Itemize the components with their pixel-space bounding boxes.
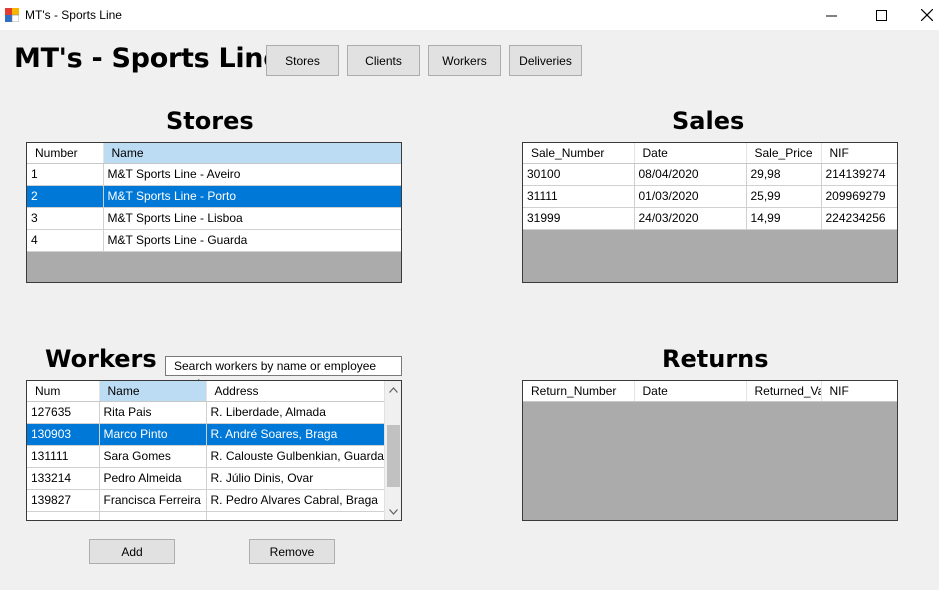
- app-icon: [5, 8, 19, 22]
- worker-name-cell[interactable]: Pedro Almeida: [99, 467, 207, 490]
- worker-num-cell[interactable]: 130903: [27, 423, 100, 446]
- sale-price-cell[interactable]: 14,99: [746, 207, 822, 230]
- store-name-cell[interactable]: M&T Sports Line - Porto: [103, 185, 401, 208]
- sale-number-cell[interactable]: 30100: [523, 163, 635, 186]
- close-button[interactable]: [904, 0, 939, 30]
- workers-col-num[interactable]: Num: [27, 381, 100, 402]
- stores-row[interactable]: 1 M&T Sports Line - Aveiro: [27, 163, 401, 186]
- sale-date-cell[interactable]: 01/03/2020: [634, 185, 747, 208]
- sale-nif-cell[interactable]: 214139274: [821, 163, 897, 186]
- sale-number-cell[interactable]: 31111: [523, 185, 635, 208]
- stores-row-selected[interactable]: 2 M&T Sports Line - Porto: [27, 185, 401, 208]
- sale-price-cell[interactable]: 25,99: [746, 185, 822, 208]
- stores-row[interactable]: 4 M&T Sports Line - Guarda: [27, 229, 401, 252]
- workers-row-selected[interactable]: 130903 Marco Pinto R. André Soares, Brag…: [27, 423, 385, 446]
- store-number-cell[interactable]: 3: [27, 207, 104, 230]
- sales-col-number[interactable]: Sale_Number: [523, 143, 635, 164]
- sales-col-date[interactable]: Date: [634, 143, 747, 164]
- worker-name-cell[interactable]: Rita Pais: [99, 401, 207, 424]
- worker-address-cell[interactable]: R. André Soares, Braga: [206, 423, 385, 446]
- scroll-thumb[interactable]: [387, 425, 400, 487]
- workers-title: Workers: [45, 345, 157, 373]
- worker-address-cell[interactable]: R. Liberdade, Almada: [206, 401, 385, 424]
- worker-num-cell[interactable]: 131111: [27, 445, 100, 468]
- minimize-button[interactable]: [808, 0, 854, 30]
- clients-button[interactable]: Clients: [347, 45, 420, 76]
- stores-col-number[interactable]: Number: [27, 143, 104, 164]
- minimize-icon: [825, 15, 837, 16]
- workers-row-partial[interactable]: [27, 511, 385, 520]
- returns-col-number[interactable]: Return_Number: [523, 381, 635, 402]
- sales-row[interactable]: 31111 01/03/2020 25,99 209969279: [523, 185, 897, 208]
- store-number-cell[interactable]: 1: [27, 163, 104, 186]
- sales-col-price[interactable]: Sale_Price: [746, 143, 822, 164]
- stores-title: Stores: [166, 107, 254, 135]
- remove-worker-button[interactable]: Remove: [249, 539, 335, 564]
- worker-num-cell[interactable]: 127635: [27, 401, 100, 424]
- maximize-button[interactable]: [858, 0, 904, 30]
- maximize-icon: [875, 9, 887, 21]
- scroll-down-icon[interactable]: [385, 503, 401, 520]
- stores-row[interactable]: 3 M&T Sports Line - Lisboa: [27, 207, 401, 230]
- worker-address-cell[interactable]: R. Pedro Alvares Cabral, Braga: [206, 489, 385, 512]
- store-name-cell[interactable]: M&T Sports Line - Aveiro: [103, 163, 401, 186]
- sales-title: Sales: [672, 107, 745, 135]
- returns-col-date[interactable]: Date: [634, 381, 747, 402]
- worker-num-cell[interactable]: 133214: [27, 467, 100, 490]
- sale-nif-cell[interactable]: 209969279: [821, 185, 897, 208]
- worker-address-cell[interactable]: R. Júlio Dinis, Ovar: [206, 467, 385, 490]
- sales-col-nif[interactable]: NIF: [821, 143, 897, 164]
- close-icon: [921, 9, 933, 21]
- sales-grid[interactable]: Sale_Number Date Sale_Price NIF 30100 08…: [522, 142, 898, 283]
- workers-row[interactable]: 133214 Pedro Almeida R. Júlio Dinis, Ova…: [27, 467, 385, 490]
- worker-name-cell[interactable]: Sara Gomes: [99, 445, 207, 468]
- returns-col-value[interactable]: Returned_Value: [746, 381, 822, 402]
- workers-grid[interactable]: Num Name Address 127635 Rita Pais R. Lib…: [26, 380, 402, 521]
- store-name-cell[interactable]: M&T Sports Line - Lisboa: [103, 207, 401, 230]
- returns-col-nif[interactable]: NIF: [821, 381, 897, 402]
- stores-grid[interactable]: Number Name 1 M&T Sports Line - Aveiro 2…: [26, 142, 402, 283]
- sale-date-cell[interactable]: 08/04/2020: [634, 163, 747, 186]
- workers-col-address[interactable]: Address: [206, 381, 385, 402]
- sales-row[interactable]: 31999 24/03/2020 14,99 224234256: [523, 207, 897, 230]
- sale-number-cell[interactable]: 31999: [523, 207, 635, 230]
- sales-row[interactable]: 30100 08/04/2020 29,98 214139274: [523, 163, 897, 186]
- workers-row[interactable]: 139827 Francisca Ferreira R. Pedro Alvar…: [27, 489, 385, 512]
- workers-row[interactable]: 127635 Rita Pais R. Liberdade, Almada: [27, 401, 385, 424]
- workers-search-input[interactable]: Search workers by name or employee numbe…: [165, 356, 402, 391]
- window-title: MT's - Sports Line: [25, 8, 122, 22]
- deliveries-button[interactable]: Deliveries: [509, 45, 582, 76]
- worker-name-cell[interactable]: Francisca Ferreira: [99, 489, 207, 512]
- sale-date-cell[interactable]: 24/03/2020: [634, 207, 747, 230]
- workers-scrollbar[interactable]: [384, 381, 401, 520]
- worker-address-cell[interactable]: R. Calouste Gulbenkian, Guarda: [206, 445, 385, 468]
- returns-grid[interactable]: Return_Number Date Returned_Value NIF: [522, 380, 898, 521]
- workers-button[interactable]: Workers: [428, 45, 501, 76]
- window-titlebar: MT's - Sports Line: [0, 0, 939, 30]
- workers-col-name[interactable]: Name: [99, 381, 207, 402]
- scroll-up-icon[interactable]: [385, 381, 401, 398]
- sale-price-cell[interactable]: 29,98: [746, 163, 822, 186]
- store-number-cell[interactable]: 2: [27, 185, 104, 208]
- workers-row[interactable]: 131111 Sara Gomes R. Calouste Gulbenkian…: [27, 445, 385, 468]
- store-number-cell[interactable]: 4: [27, 229, 104, 252]
- add-worker-button[interactable]: Add: [89, 539, 175, 564]
- worker-name-cell[interactable]: Marco Pinto: [99, 423, 207, 446]
- stores-col-name[interactable]: Name: [103, 143, 401, 164]
- store-name-cell[interactable]: M&T Sports Line - Guarda: [103, 229, 401, 252]
- app-title: MT's - Sports Line: [14, 43, 282, 74]
- sale-nif-cell[interactable]: 224234256: [821, 207, 897, 230]
- stores-button[interactable]: Stores: [266, 45, 339, 76]
- returns-title: Returns: [662, 345, 769, 373]
- worker-num-cell[interactable]: 139827: [27, 489, 100, 512]
